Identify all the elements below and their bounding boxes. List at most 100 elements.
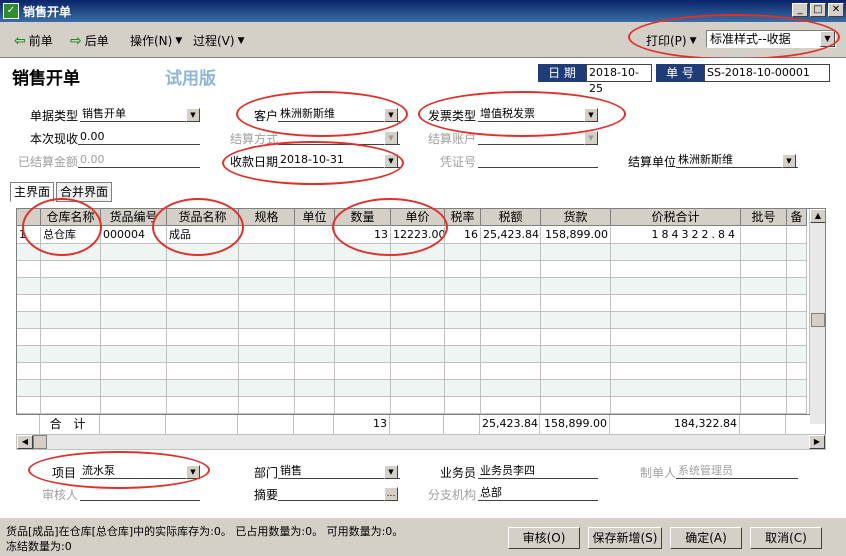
dropdown-arrow-icon[interactable]: ▼ — [820, 31, 835, 47]
table-cell-price[interactable] — [391, 278, 445, 295]
table-cell-total[interactable] — [611, 261, 741, 278]
table-cell-warehouse[interactable] — [41, 380, 101, 397]
table-cell-unit[interactable] — [295, 363, 335, 380]
table-cell-warehouse[interactable] — [41, 363, 101, 380]
table-cell-price[interactable] — [391, 346, 445, 363]
dropdown-arrow-icon[interactable]: ▼ — [782, 154, 796, 168]
column-header[interactable]: 税额 — [481, 209, 541, 226]
table-cell-batch[interactable] — [741, 227, 787, 244]
table-row[interactable] — [17, 278, 807, 295]
table-cell-code[interactable] — [101, 380, 167, 397]
table-cell-price[interactable] — [391, 397, 445, 414]
scroll-thumb[interactable] — [811, 313, 825, 327]
table-cell-unit[interactable] — [295, 346, 335, 363]
table-cell-tax_rate[interactable] — [445, 380, 481, 397]
dept-field[interactable]: 销售 — [278, 463, 400, 479]
table-cell-unit[interactable] — [295, 244, 335, 261]
table-cell-extra[interactable] — [787, 380, 807, 397]
summary-field[interactable] — [278, 485, 384, 501]
table-cell-spec[interactable] — [239, 295, 295, 312]
table-cell-name[interactable] — [167, 397, 239, 414]
table-cell-spec[interactable] — [239, 261, 295, 278]
table-cell-extra[interactable] — [787, 346, 807, 363]
table-cell-tax_rate[interactable] — [445, 363, 481, 380]
table-cell-batch[interactable] — [741, 278, 787, 295]
ellipsis-icon[interactable]: … — [384, 487, 398, 501]
table-row[interactable]: 1 总仓库 000004 成品 13 12223.00 16 25,423.84 158,899… — [17, 227, 807, 244]
table-cell-unit[interactable] — [295, 380, 335, 397]
dropdown-arrow-icon[interactable]: ▼ — [384, 108, 398, 122]
table-cell-warehouse[interactable] — [41, 261, 101, 278]
table-cell-total[interactable] — [611, 278, 741, 295]
table-cell-name[interactable] — [167, 312, 239, 329]
tab-main[interactable]: 主界面 — [10, 182, 55, 202]
table-cell-unit[interactable] — [295, 227, 335, 244]
table-cell-name[interactable] — [167, 295, 239, 312]
table-cell-batch[interactable] — [741, 329, 787, 346]
table-cell-total[interactable] — [611, 312, 741, 329]
doc-type-field[interactable]: 销售开单 — [80, 106, 200, 122]
table-cell-batch[interactable] — [741, 295, 787, 312]
table-cell-name[interactable] — [167, 380, 239, 397]
audit-button[interactable]: 审核(O) — [508, 527, 580, 549]
table-cell-tax[interactable] — [481, 312, 541, 329]
table-cell-spec[interactable] — [239, 363, 295, 380]
receive-date-field[interactable]: 2018-10-31 — [278, 152, 400, 168]
table-cell-name[interactable] — [167, 363, 239, 380]
table-cell-tax_rate[interactable] — [445, 244, 481, 261]
settle-unit-field[interactable]: 株洲新斯维 — [676, 152, 798, 168]
table-cell-spec[interactable] — [239, 312, 295, 329]
ok-button[interactable]: 确定(A) — [670, 527, 742, 549]
table-cell-spec[interactable] — [239, 278, 295, 295]
table-cell-tax[interactable] — [481, 346, 541, 363]
table-cell-amount[interactable] — [541, 363, 611, 380]
scroll-up-icon[interactable]: ▲ — [810, 209, 825, 223]
table-cell-code[interactable] — [101, 295, 167, 312]
table-cell-amount[interactable] — [541, 380, 611, 397]
salesman-field[interactable]: 业务员李四 — [478, 463, 598, 479]
table-cell-total[interactable] — [611, 363, 741, 380]
table-cell-extra[interactable] — [787, 295, 807, 312]
table-cell-extra[interactable] — [787, 278, 807, 295]
table-cell-total[interactable] — [611, 244, 741, 261]
table-cell-code[interactable] — [101, 278, 167, 295]
column-header[interactable]: 价税合计 — [611, 209, 741, 226]
table-cell-price[interactable] — [391, 295, 445, 312]
voucher-field[interactable] — [478, 152, 598, 168]
table-cell-batch[interactable] — [741, 261, 787, 278]
table-cell-amount[interactable] — [541, 295, 611, 312]
table-cell-warehouse[interactable] — [41, 346, 101, 363]
table-cell-amount[interactable]: 158,899.00 — [541, 227, 611, 244]
table-cell-code[interactable] — [101, 329, 167, 346]
scroll-right-icon[interactable]: ▶ — [809, 435, 825, 449]
table-cell-spec[interactable] — [239, 227, 295, 244]
table-cell-extra[interactable] — [787, 312, 807, 329]
table-cell-amount[interactable] — [541, 329, 611, 346]
table-cell-qty[interactable] — [335, 244, 391, 261]
table-cell-total[interactable] — [611, 346, 741, 363]
table-cell-tax[interactable] — [481, 244, 541, 261]
table-cell-tax[interactable] — [481, 278, 541, 295]
column-header[interactable]: 仓库名称 — [41, 209, 101, 226]
print-menu[interactable]: 打印(P) ▼ — [646, 32, 697, 49]
column-header[interactable]: 货款 — [541, 209, 611, 226]
invoice-type-field[interactable]: 增值税发票 — [478, 106, 598, 122]
table-cell-code[interactable] — [101, 244, 167, 261]
table-cell-tax[interactable] — [481, 261, 541, 278]
dropdown-arrow-icon[interactable]: ▼ — [584, 108, 598, 122]
table-cell-tax_rate[interactable] — [445, 397, 481, 414]
project-field[interactable]: 流水泵 — [80, 463, 200, 479]
table-cell-spec[interactable] — [239, 380, 295, 397]
table-cell-spec[interactable] — [239, 397, 295, 414]
table-cell-qty[interactable]: 13 — [335, 227, 391, 244]
table-row[interactable] — [17, 295, 807, 312]
print-style-select[interactable]: 标准样式--收据 ▼ — [706, 30, 836, 48]
table-cell-batch[interactable] — [741, 346, 787, 363]
operate-menu[interactable]: 操作(N) ▼ — [130, 32, 182, 49]
table-cell-tax[interactable] — [481, 363, 541, 380]
cash-field[interactable]: 0.00 — [78, 129, 200, 145]
table-cell-tax_rate[interactable] — [445, 312, 481, 329]
table-cell-tax_rate[interactable] — [445, 329, 481, 346]
table-cell-qty[interactable] — [335, 346, 391, 363]
column-header[interactable]: 货品名称 — [167, 209, 239, 226]
